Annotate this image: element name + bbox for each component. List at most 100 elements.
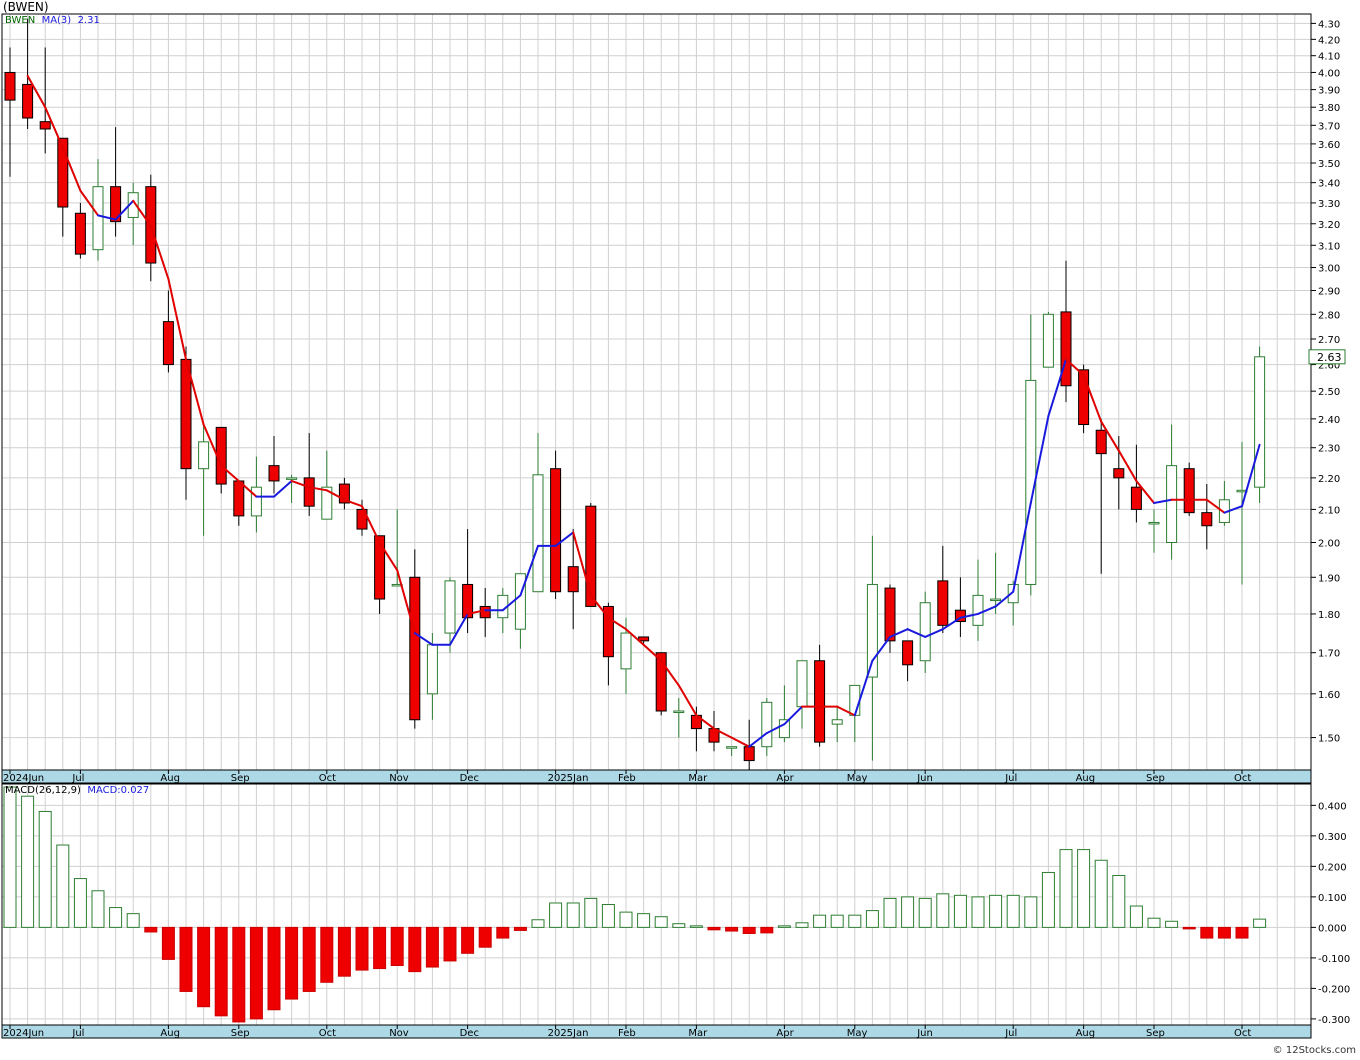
macd-bar-positive xyxy=(601,904,615,928)
macd-legend: MACD(26,12,9) MACD:0.027 xyxy=(5,785,149,796)
up-candle xyxy=(673,710,685,713)
down-candle xyxy=(743,746,755,762)
y-tick-label: 3.40 xyxy=(1318,179,1340,190)
x-tick-label: Jun xyxy=(916,773,933,784)
x-tick-label: Feb xyxy=(618,1028,636,1039)
macd-bar-positive xyxy=(1059,849,1073,928)
legend-ma-label: MA(3) xyxy=(41,15,72,26)
macd-bar-negative xyxy=(760,926,774,934)
up-candle xyxy=(849,684,861,716)
up-candle xyxy=(761,701,773,748)
macd-bar-positive xyxy=(953,894,967,928)
macd-bar-positive xyxy=(883,897,897,928)
last-price-label: 2.63 xyxy=(1317,351,1342,364)
macd-bar-positive xyxy=(1006,894,1020,928)
macd-bar-positive xyxy=(936,893,950,928)
candlestick-series xyxy=(4,18,1266,770)
y-tick-label: 3.30 xyxy=(1318,199,1340,210)
down-candle xyxy=(884,587,896,642)
macd-bar-positive xyxy=(1129,905,1143,928)
x-tick-label: Nov xyxy=(389,773,409,784)
price-x-axis-bar xyxy=(1,769,1312,784)
x-tick-label: 2025Jan xyxy=(548,773,589,784)
x-tick-label: 2025Jan xyxy=(548,1028,589,1039)
macd-bar-negative xyxy=(373,926,387,970)
macd-bar-negative xyxy=(390,926,404,967)
ticker-title: (BWEN) xyxy=(3,0,49,14)
x-tick-label: Jun xyxy=(916,1028,933,1039)
macd-bar-negative xyxy=(144,926,158,933)
x-tick-label: May xyxy=(847,1028,868,1039)
y-tick-label: -0.200 xyxy=(1318,984,1350,995)
up-candle xyxy=(990,598,1002,602)
macd-bar-positive xyxy=(584,897,598,928)
macd-bar-positive xyxy=(73,878,87,928)
macd-bar-negative xyxy=(249,926,263,1020)
x-tick-label: Sep xyxy=(1146,773,1165,784)
down-candle xyxy=(303,477,315,507)
y-tick-label: 2.50 xyxy=(1318,387,1340,398)
macd-bar-positive xyxy=(672,923,686,928)
macd-bar-positive xyxy=(777,925,791,928)
macd-bar-negative xyxy=(1200,926,1214,939)
x-tick-label: Mar xyxy=(688,773,708,784)
macd-bar-negative xyxy=(707,926,721,931)
y-tick-label: 0.400 xyxy=(1318,801,1347,812)
x-tick-label: Jul xyxy=(1004,773,1017,784)
y-tick-label: 3.10 xyxy=(1318,241,1340,252)
x-tick-label: Oct xyxy=(319,773,336,784)
down-candle xyxy=(374,535,386,600)
down-candle xyxy=(814,660,826,743)
y-tick-label: 2.20 xyxy=(1318,474,1340,485)
legend-symbol: BWEN xyxy=(5,15,36,26)
down-candle xyxy=(162,321,174,366)
macd-bar-negative xyxy=(355,926,369,971)
x-tick-label: Sep xyxy=(231,773,250,784)
macd-bar-positive xyxy=(1041,871,1055,928)
macd-bar-negative xyxy=(425,926,439,968)
macd-bar-positive xyxy=(21,795,35,928)
up-candle xyxy=(92,186,104,251)
down-candle xyxy=(409,576,421,721)
macd-bar-positive xyxy=(813,914,827,928)
up-candle xyxy=(1148,521,1160,525)
macd-bar-negative xyxy=(1182,926,1196,930)
macd-bar-positive xyxy=(795,922,809,928)
y-tick-label: 0.000 xyxy=(1318,923,1347,934)
y-tick-label: -0.300 xyxy=(1318,1015,1350,1026)
macd-bar-negative xyxy=(443,926,457,962)
macd-bar-positive xyxy=(619,911,633,928)
chart-root: 4.30 4.20 4.10 4.00 3.90 3.80 3.70 3.60 3.50 3.40… xyxy=(0,0,1360,1056)
macd-y-axis: 0.400 0.300 0.200 0.100 0.000 -0.100 -0.200 -0.… xyxy=(1311,801,1350,1026)
ma3-segment xyxy=(1047,358,1067,418)
last-price-marker: 2.63 xyxy=(1308,349,1346,365)
up-candle xyxy=(919,602,931,662)
macd-bar-negative xyxy=(742,926,756,934)
price-legend: BWEN MA(3) 2.31 xyxy=(5,15,100,26)
x-tick-label: Mar xyxy=(688,1028,708,1039)
y-tick-label: 4.30 xyxy=(1318,19,1340,30)
down-candle xyxy=(1201,512,1213,527)
y-tick-label: 2.40 xyxy=(1318,415,1340,426)
down-candle xyxy=(1113,468,1125,479)
x-tick-label: Jul xyxy=(71,773,84,784)
down-candle xyxy=(1078,369,1090,426)
macd-bar-positive xyxy=(848,914,862,928)
macd-bar-positive xyxy=(971,896,985,928)
site-credit: © 12Stocks.com xyxy=(1272,1045,1356,1056)
macd-bar-negative xyxy=(408,926,422,973)
up-candle xyxy=(1254,356,1266,488)
macd-legend-label: MACD(26,12,9) xyxy=(5,785,81,796)
macd-bar-negative xyxy=(267,926,281,1011)
y-tick-label: -0.100 xyxy=(1318,954,1350,965)
down-candle xyxy=(1060,311,1072,387)
x-tick-label: Aug xyxy=(160,773,180,784)
macd-bar-positive xyxy=(1077,849,1091,928)
macd-bar-positive xyxy=(126,913,140,928)
macd-bar-positive xyxy=(56,844,70,928)
x-tick-label: Oct xyxy=(319,1028,336,1039)
down-candle xyxy=(1095,429,1107,455)
x-tick-label: Apr xyxy=(776,773,794,784)
up-candle xyxy=(286,477,298,480)
macd-bar-positive xyxy=(637,913,651,928)
